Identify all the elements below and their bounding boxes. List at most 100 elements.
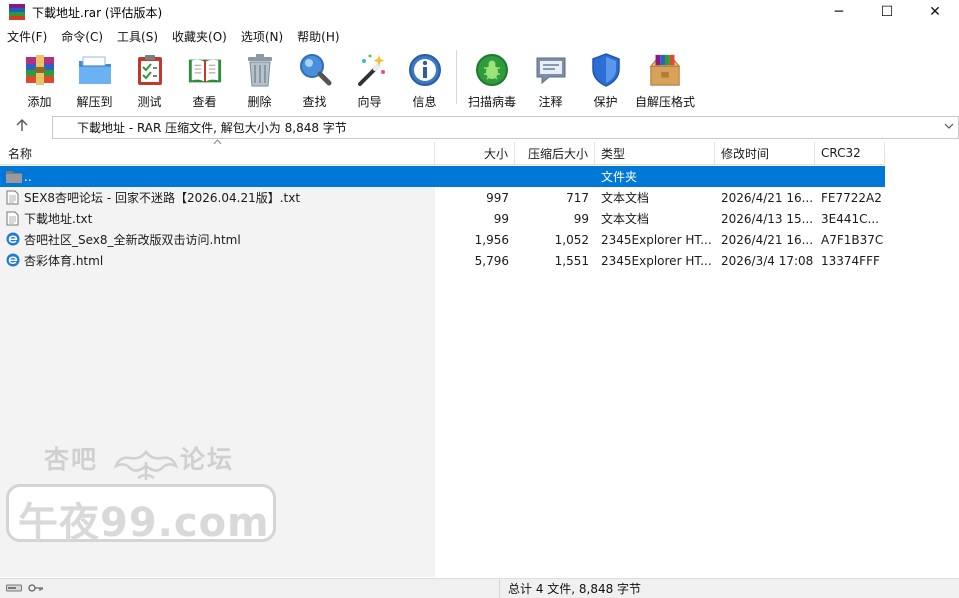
extract-folder-icon — [77, 52, 113, 88]
menu-help[interactable]: 帮助(H) — [290, 28, 346, 45]
winrar-app-icon — [9, 4, 25, 20]
column-packed-header[interactable]: 压缩后大小 — [515, 142, 595, 165]
sfx-box-icon — [647, 52, 683, 88]
arrow-up-icon — [16, 119, 28, 136]
column-crc-header[interactable]: CRC32 — [815, 142, 885, 165]
delete-label: 删除 — [247, 95, 272, 109]
extract-to-button[interactable]: 解压到 — [67, 48, 122, 110]
column-mtime-header[interactable]: 修改时间 — [715, 142, 815, 165]
file-size — [435, 166, 515, 187]
table-row[interactable]: .. 文件夹 — [0, 166, 885, 187]
menu-options[interactable]: 选项(N) — [234, 28, 290, 45]
test-button[interactable]: 测试 — [122, 48, 177, 110]
file-size: 997 — [486, 190, 509, 205]
delete-button[interactable]: 删除 — [232, 48, 287, 110]
file-name: 下載地址.txt — [24, 212, 93, 226]
up-button[interactable] — [0, 115, 44, 140]
window-controls: ─ ☐ ✕ — [815, 0, 959, 24]
wizard-button[interactable]: 向导 — [342, 48, 397, 110]
view-label: 查看 — [192, 95, 217, 109]
chevron-down-icon[interactable] — [944, 120, 954, 133]
status-summary: 总计 4 文件, 8,848 字节 — [508, 582, 642, 596]
menu-commands[interactable]: 命令(C) — [54, 28, 110, 45]
status-bar: 总计 4 文件, 8,848 字节 — [0, 578, 959, 598]
file-size: 5,796 — [474, 253, 509, 268]
menu-bar: 文件(F) 命令(C) 工具(S) 收藏夹(O) 选项(N) 帮助(H) — [0, 26, 347, 46]
column-header: 名称 大小 压缩后大小 类型 修改时间 CRC32 — [0, 139, 885, 165]
wizard-wand-icon — [352, 52, 388, 88]
file-crc: A7F1B37C — [821, 232, 884, 247]
toolbar-separator — [456, 50, 457, 104]
file-packed-size: 99 — [573, 211, 589, 226]
file-packed-size: 1,052 — [554, 232, 589, 247]
column-name-header[interactable]: 名称 — [0, 139, 435, 165]
file-mtime: 2026/4/21 16... — [721, 232, 814, 247]
column-name-label: 名称 — [8, 146, 33, 161]
extract-to-label: 解压到 — [76, 95, 113, 109]
column-type-label: 类型 — [601, 146, 626, 161]
file-rows: .. 文件夹 SEX8杏吧论坛 - 回家不迷路【2026.04.21版】.txt… — [0, 166, 885, 271]
key-icon[interactable] — [28, 582, 44, 596]
close-button[interactable]: ✕ — [911, 0, 959, 24]
column-packed-label: 压缩后大小 — [527, 146, 588, 161]
menu-tools[interactable]: 工具(S) — [110, 28, 165, 45]
view-button[interactable]: 查看 — [177, 48, 232, 110]
table-row[interactable]: 杏彩体育.html 5,796 1,551 2345Explorer HT...… — [0, 250, 885, 271]
scan-virus-button[interactable]: 扫描病毒 — [461, 48, 523, 110]
file-mtime: 2026/3/4 17:08 — [721, 253, 814, 268]
table-row[interactable]: 下載地址.txt 99 99 文本文档 2026/4/13 15... 3E44… — [0, 208, 885, 229]
scan-virus-label: 扫描病毒 — [467, 95, 516, 109]
file-type: 文本文档 — [601, 191, 650, 205]
watermark: 杏吧 论坛 午夜99.com — [6, 440, 278, 550]
test-label: 测试 — [137, 95, 162, 109]
file-type: 2345Explorer HT... — [601, 232, 712, 247]
test-clipboard-icon — [132, 52, 168, 88]
file-size: 99 — [493, 211, 509, 226]
info-label: 信息 — [412, 95, 437, 109]
add-archive-icon — [22, 52, 58, 88]
sort-up-icon — [213, 138, 222, 148]
file-crc — [815, 166, 885, 187]
view-book-icon — [187, 52, 223, 88]
sfx-button[interactable]: 自解压格式 — [633, 48, 697, 110]
file-name: 杏彩体育.html — [24, 254, 104, 268]
info-icon — [407, 52, 443, 88]
file-size: 1,956 — [474, 232, 509, 247]
file-name: SEX8杏吧论坛 - 回家不迷路【2026.04.21版】.txt — [24, 191, 301, 205]
info-button[interactable]: 信息 — [397, 48, 452, 110]
add-button[interactable]: 添加 — [12, 48, 67, 110]
column-mtime-label: 修改时间 — [721, 146, 770, 161]
file-mtime — [715, 166, 815, 187]
maximize-button[interactable]: ☐ — [863, 0, 911, 24]
comment-button[interactable]: 注释 — [523, 48, 578, 110]
protect-label: 保护 — [593, 95, 618, 109]
protect-button[interactable]: 保护 — [578, 48, 633, 110]
sfx-label: 自解压格式 — [634, 95, 695, 109]
file-packed-size: 717 — [566, 190, 589, 205]
toolbar: 添加 解压到 测试 查看 删除 查找 向导 信息 扫描病毒 注释 保护 自解压格… — [0, 48, 959, 110]
minimize-button[interactable]: ─ — [815, 0, 863, 24]
table-row[interactable]: 杏吧社区_Sex8_全新改版双击访问.html 1,956 1,052 2345… — [0, 229, 885, 250]
add-label: 添加 — [27, 95, 52, 109]
address-text: 下載地址 - RAR 压缩文件, 解包大小为 8,848 字节 — [77, 121, 347, 135]
menu-file[interactable]: 文件(F) — [0, 28, 54, 45]
address-field[interactable]: 下載地址 - RAR 压缩文件, 解包大小为 8,848 字节 — [52, 116, 959, 139]
table-row[interactable]: SEX8杏吧论坛 - 回家不迷路【2026.04.21版】.txt 997 71… — [0, 187, 885, 208]
watermark-ornament — [106, 448, 186, 486]
window-title: 下載地址.rar (评估版本) — [32, 5, 163, 20]
file-packed-size: 1,551 — [554, 253, 589, 268]
file-packed-size — [515, 166, 595, 187]
shield-icon — [588, 52, 624, 88]
file-name: .. — [24, 169, 32, 184]
menu-favorites[interactable]: 收藏夹(O) — [165, 28, 234, 45]
column-size-header[interactable]: 大小 — [435, 142, 515, 165]
comment-label: 注释 — [538, 95, 563, 109]
drive-icon[interactable] — [6, 582, 22, 596]
file-type: 文件夹 — [601, 170, 638, 184]
file-crc: FE7722A2 — [821, 190, 882, 205]
column-type-header[interactable]: 类型 — [595, 142, 715, 165]
find-button[interactable]: 查找 — [287, 48, 342, 110]
file-crc: 13374FFF — [821, 253, 880, 268]
comment-icon — [533, 52, 569, 88]
column-crc-label: CRC32 — [821, 146, 861, 160]
